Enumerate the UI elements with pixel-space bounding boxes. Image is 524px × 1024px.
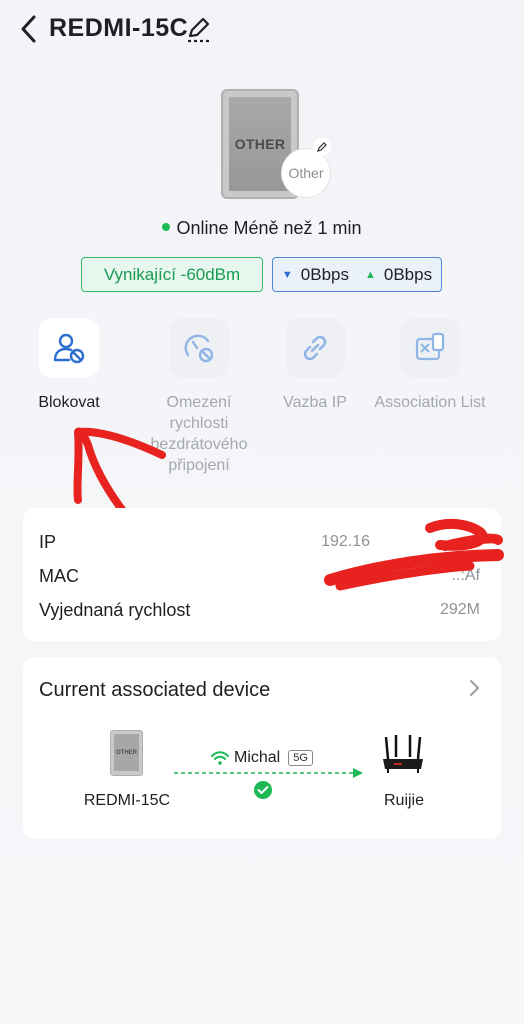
chevron-right-icon[interactable] (465, 677, 483, 699)
chevron-left-icon (21, 15, 36, 43)
ssid-info: Michal 5G (210, 747, 313, 769)
device-info-card: IP 192.16 MAC ..:Af Vyjednaná rychlost 2… (23, 508, 501, 641)
association-list-button[interactable]: Association List (362, 318, 498, 413)
edit-name-button[interactable] (184, 14, 212, 44)
page-title: REDMI-15C (49, 14, 189, 42)
download-speed: 0Bbps (300, 264, 349, 284)
edit-device-type-button[interactable] (313, 138, 331, 156)
info-value: 192.16 (321, 533, 370, 550)
user-block-icon (53, 333, 85, 364)
info-label: Vyjednaná rychlost (39, 600, 191, 620)
info-value: ..:Af (451, 567, 480, 584)
ssid-name: Michal (234, 749, 281, 766)
online-status: Online Méně než 1 min (0, 218, 524, 239)
info-row-mac: MAC ..:Af (39, 566, 480, 587)
block-label: Blokovat (38, 394, 100, 411)
online-dot (162, 223, 171, 232)
wifi-icon (211, 751, 229, 765)
associated-device-card[interactable]: Current associated device OTHER REDMI-15… (23, 657, 501, 839)
info-label: IP (39, 532, 57, 552)
association-list-icon-tile (400, 318, 460, 378)
info-value: 292M (439, 601, 480, 618)
band-badge: 5G (288, 750, 313, 766)
block-button[interactable]: Blokovat (14, 318, 124, 413)
info-label: MAC (39, 566, 79, 586)
router-icon (383, 735, 423, 773)
header: REDMI-15C (0, 0, 524, 60)
ip-binding-button[interactable]: Vazba IP (260, 318, 370, 413)
ip-binding-label: Vazba IP (283, 394, 347, 411)
speed-limit-icon (184, 334, 214, 363)
client-device-image: OTHER (110, 730, 143, 776)
upload-arrow-icon: ▲ (365, 268, 376, 281)
pencil-icon (317, 142, 327, 152)
association-list-icon (415, 332, 445, 361)
client-device-image-label: OTHER (116, 749, 137, 756)
online-status-text: Online Méně než 1 min (176, 218, 362, 238)
association-list-label: Association List (374, 394, 486, 411)
device-image-label: OTHER (234, 136, 286, 152)
router-name: Ruijie (383, 792, 424, 809)
client-device-name: REDMI-15C (83, 792, 171, 809)
speed-badge: ▼ 0Bbps ▲ 0Bbps (272, 257, 442, 292)
associated-device-title: Current associated device (39, 679, 271, 701)
link-icon (303, 335, 327, 361)
ip-binding-icon-tile (285, 318, 345, 378)
pencil-icon (188, 17, 210, 43)
connected-check-icon (254, 781, 272, 799)
signal-strength-badge: Vynikající -60dBm (81, 257, 263, 292)
info-row-ip: IP 192.16 (39, 532, 480, 553)
speed-limit-label: Omezení rychlosti bezdrátového připojení (150, 394, 248, 474)
block-icon-tile (39, 318, 99, 378)
download-arrow-icon: ▼ (281, 268, 293, 281)
info-row-negotiated-speed: Vyjednaná rychlost 292M (39, 600, 480, 621)
speed-limit-button[interactable]: Omezení rychlosti bezdrátového připojení (137, 318, 261, 476)
upload-speed: 0Bbps (383, 264, 433, 284)
back-button[interactable] (14, 12, 44, 46)
speed-limit-icon-tile (169, 318, 229, 378)
